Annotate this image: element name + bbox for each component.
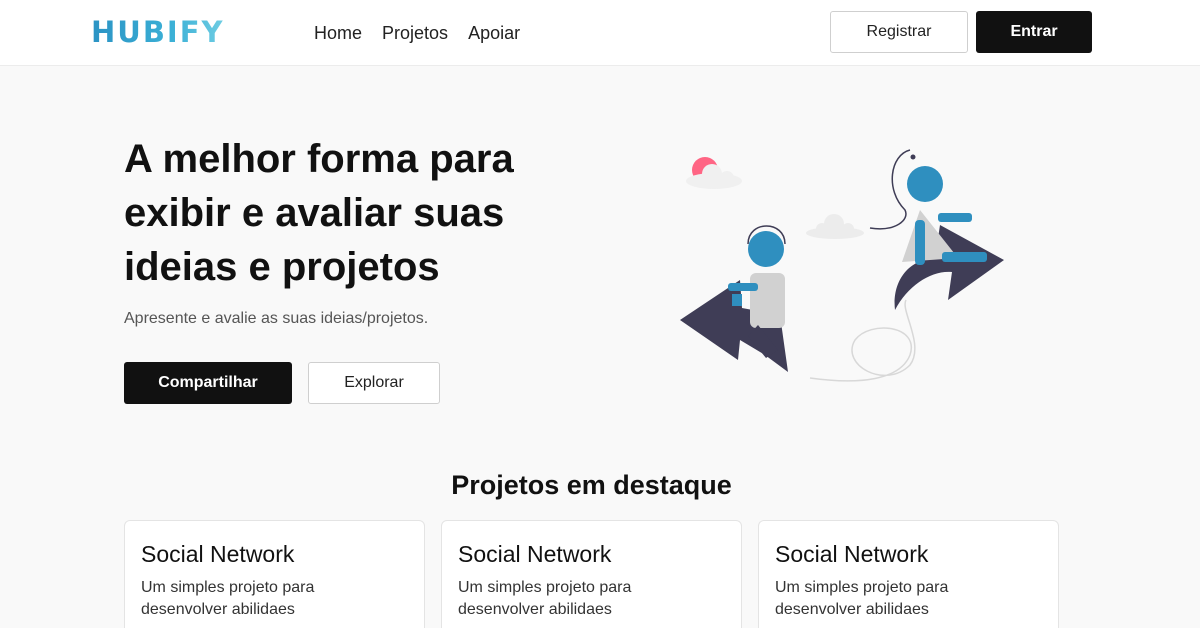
nav-link-home[interactable]: Home bbox=[314, 21, 362, 45]
project-card-description: Um simples projeto para desenvolver abil… bbox=[141, 579, 315, 618]
nav-link-apoiar[interactable]: Apoiar bbox=[468, 21, 520, 45]
project-card-description: Um simples projeto para desenvolver abil… bbox=[458, 579, 632, 618]
top-navigation-bar: HUBIFY Home Projetos Apoiar Registrar En… bbox=[0, 0, 1200, 66]
hero-subtitle: Apresente e avalie as suas ideias/projet… bbox=[124, 310, 429, 327]
sun-cloud-decoration bbox=[686, 157, 742, 189]
hubify-logo[interactable]: HUBIFY bbox=[91, 14, 225, 50]
featured-projects-list: Social Network Um simples projeto para d… bbox=[124, 520, 1059, 628]
main-nav: Home Projetos Apoiar bbox=[314, 21, 540, 45]
project-card-description: Um simples projeto para desenvolver abil… bbox=[775, 579, 949, 618]
hero-illustration bbox=[680, 149, 1004, 382]
share-button[interactable]: Compartilhar bbox=[124, 362, 292, 404]
project-card-title: Social Network bbox=[775, 541, 929, 567]
project-card[interactable]: Social Network Um simples projeto para d… bbox=[758, 520, 1059, 628]
project-card-title: Social Network bbox=[458, 541, 612, 567]
cloud-decoration bbox=[806, 214, 864, 239]
project-card[interactable]: Social Network Um simples projeto para d… bbox=[124, 520, 425, 628]
project-card[interactable]: Social Network Um simples projeto para d… bbox=[441, 520, 742, 628]
left-arrow-figure bbox=[680, 225, 788, 372]
login-button[interactable]: Entrar bbox=[976, 11, 1092, 53]
featured-projects-title: Projetos em destaque bbox=[451, 470, 732, 500]
project-card-title: Social Network bbox=[141, 541, 295, 567]
register-button[interactable]: Registrar bbox=[830, 11, 968, 53]
explore-button[interactable]: Explorar bbox=[308, 362, 440, 404]
nav-link-projetos[interactable]: Projetos bbox=[382, 21, 448, 45]
right-arrow-figure bbox=[869, 149, 1004, 310]
hero-title: A melhor forma para exibir e avaliar sua… bbox=[124, 137, 514, 289]
